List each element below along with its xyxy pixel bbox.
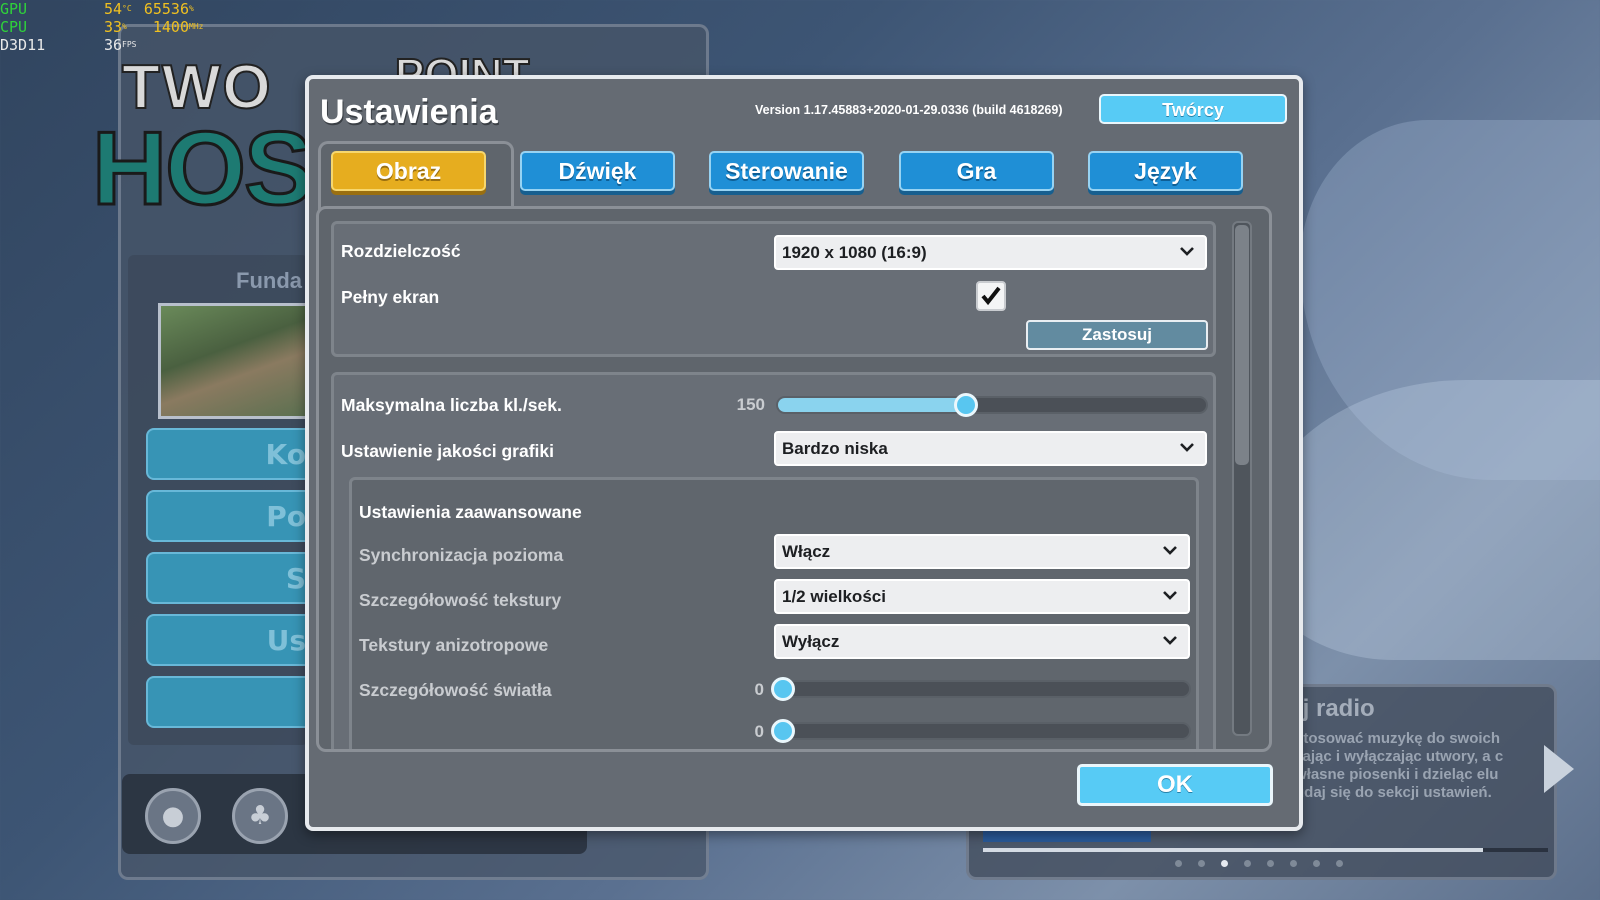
page-dot[interactable] (1290, 860, 1297, 867)
fullscreen-label: Pełny ekran (341, 287, 440, 307)
overlay-value: 33 (103, 18, 122, 36)
next-setting-slider-handle[interactable] (771, 719, 795, 743)
next-setting-slider[interactable] (779, 722, 1191, 740)
max-fps-slider-fill (778, 398, 969, 412)
overlay-unit: FPS (122, 40, 137, 49)
texture-detail-dropdown[interactable]: 1/2 wielkości (774, 579, 1190, 614)
anisotropic-value: Wyłącz (782, 632, 840, 651)
main-menu-button-3[interactable]: S (146, 552, 316, 604)
resolution-label: Rozdzielczość (341, 241, 461, 261)
performance-overlay: GPU 54 °C 65536% CPU 33% 1400 MHz D3D11 36 FPS (0, 0, 204, 54)
overlay-key: CPU (0, 18, 28, 36)
chevron-down-icon (1163, 546, 1177, 555)
news-pagination[interactable] (1175, 860, 1343, 867)
light-detail-value: 0 (754, 680, 764, 699)
overlay-key: D3D11 (0, 36, 46, 54)
page-dot[interactable] (1175, 860, 1182, 867)
tab-game[interactable]: Gra (899, 151, 1054, 191)
creators-button[interactable]: Twórcy (1099, 94, 1287, 124)
max-fps-slider-handle[interactable] (954, 393, 979, 417)
max-fps-label: Maksymalna liczba kl./sek. (341, 395, 562, 415)
max-fps-value: 150 (736, 395, 765, 414)
next-setting-value: 0 (754, 722, 764, 741)
light-detail-slider[interactable] (779, 680, 1191, 698)
apply-button[interactable]: Zastosuj (1026, 320, 1208, 350)
tab-controls[interactable]: Sterowanie (709, 151, 864, 191)
fullscreen-checkbox[interactable] (976, 281, 1006, 311)
settings-scrollbar-thumb[interactable] (1235, 225, 1249, 465)
checkmark-icon (981, 286, 1001, 306)
overlay-value: 65536 (143, 0, 189, 18)
chevron-down-icon (1180, 247, 1194, 256)
anisotropic-dropdown[interactable]: Wyłącz (774, 624, 1190, 659)
light-detail-slider-handle[interactable] (771, 677, 795, 701)
resolution-dropdown[interactable]: 1920 x 1080 (16:9) (774, 235, 1207, 270)
chevron-down-icon (1163, 591, 1177, 600)
page-dot[interactable] (1336, 860, 1343, 867)
tab-display[interactable]: Obraz (331, 151, 486, 191)
page-dot[interactable] (1244, 860, 1251, 867)
overlay-value: 36 (103, 36, 122, 54)
resolution-value: 1920 x 1080 (16:9) (782, 243, 927, 262)
tab-sound[interactable]: Dźwięk (520, 151, 675, 191)
game-logo-hos: HOS (90, 110, 314, 229)
quality-preset-label: Ustawienie jakości grafiki (341, 441, 555, 461)
news-next-arrow-icon[interactable] (1544, 745, 1574, 793)
page-dot-active[interactable] (1221, 860, 1228, 867)
overlay-unit: % (122, 22, 127, 31)
overlay-key: GPU (0, 0, 28, 18)
main-menu-button-1[interactable]: Ko (146, 428, 316, 480)
overlay-value: 54 (103, 0, 122, 18)
main-menu-button-2[interactable]: Po (146, 490, 316, 542)
overlay-unit: % (189, 4, 194, 13)
vsync-label: Synchronizacja pozioma (359, 545, 564, 565)
main-menu-button-4[interactable]: Us (146, 614, 316, 666)
hospital-thumbnail (158, 303, 314, 419)
vsync-dropdown[interactable]: Włącz (774, 534, 1190, 569)
overlay-unit: °C (122, 4, 132, 13)
news-progress-fill (983, 848, 1484, 852)
texture-detail-label: Szczegółowość tekstury (359, 590, 562, 610)
quality-preset-value: Bardzo niska (782, 439, 888, 458)
advanced-title: Ustawienia zaawansowane (359, 502, 582, 522)
main-menu-button-5[interactable] (146, 676, 316, 728)
chevron-down-icon (1163, 636, 1177, 645)
ok-button[interactable]: OK (1077, 764, 1273, 806)
news-text: stosować muzykę do swoich zając i wyłącz… (1295, 730, 1504, 801)
overlay-value: 1400 (152, 18, 189, 36)
tab-language[interactable]: Język (1088, 151, 1243, 191)
anisotropic-label: Tekstury anizotropowe (359, 635, 549, 655)
footprint-icon[interactable]: ● (145, 788, 201, 844)
page-dot[interactable] (1267, 860, 1274, 867)
overlay-unit: MHz (189, 22, 204, 31)
palm-tree-icon[interactable]: ♣ (232, 788, 288, 844)
texture-detail-value: 1/2 wielkości (782, 587, 886, 606)
dialog-title: Ustawienia (320, 93, 498, 131)
version-label: Version 1.17.45883+2020-01-29.0336 (buil… (755, 103, 1063, 117)
vsync-value: Włącz (782, 542, 831, 561)
chevron-down-icon (1180, 443, 1194, 452)
quality-preset-dropdown[interactable]: Bardzo niska (774, 431, 1207, 466)
settings-dialog: Ustawienia Version 1.17.45883+2020-01-29… (305, 75, 1303, 831)
background-label: Funda (236, 268, 302, 293)
light-detail-label: Szczegółowość światła (359, 680, 552, 700)
page-dot[interactable] (1198, 860, 1205, 867)
page-dot[interactable] (1313, 860, 1320, 867)
settings-content: Rozdzielczość 1920 x 1080 (16:9) Pełny e… (316, 206, 1272, 752)
